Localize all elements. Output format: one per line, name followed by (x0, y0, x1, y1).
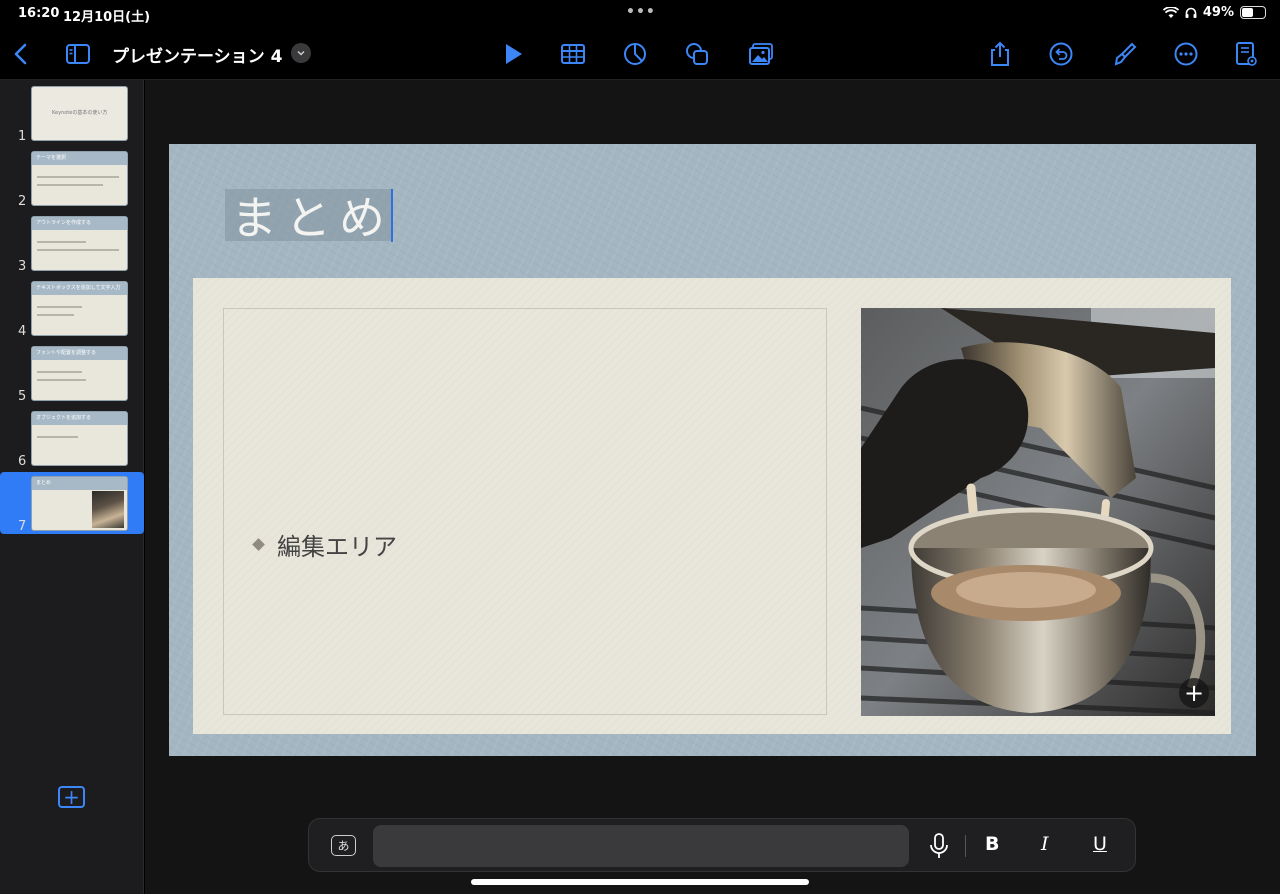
slide-number: 4 (18, 324, 27, 339)
battery-percent: 49% (1202, 5, 1234, 20)
slide-preview-title: オブジェクトを追加する (36, 415, 92, 421)
slide-canvas: まとめ 編集エリア + (145, 80, 1280, 894)
slide-preview-title: アウトラインを作成する (36, 220, 92, 226)
slide-thumbnail-3[interactable]: 3 アウトラインを作成する (0, 212, 144, 274)
battery-icon (1240, 6, 1266, 19)
table-icon[interactable] (557, 38, 589, 70)
undo-icon[interactable] (1045, 38, 1077, 70)
coffee-photo[interactable]: + (861, 308, 1215, 716)
status-bar: 16:20 12月10日(土) ••• 49% (0, 0, 1280, 28)
slide-thumbnail-4[interactable]: 4 テキストボックスを追加して文字入力 (0, 277, 144, 339)
slide-number: 3 (18, 259, 27, 274)
slide-preview-title: テーマを選択 (36, 155, 67, 161)
slide-preview-title: テキストボックスを追加して文字入力 (36, 285, 121, 291)
reading-view-icon[interactable] (1230, 38, 1262, 70)
play-icon[interactable] (497, 38, 529, 70)
slide[interactable]: まとめ 編集エリア + (169, 144, 1256, 756)
headphones-icon (1185, 7, 1197, 18)
wifi-icon (1162, 6, 1179, 18)
body-text-box[interactable]: 編集エリア (223, 308, 827, 715)
slide-thumbnail-2[interactable]: 2 テーマを選択 (0, 147, 144, 209)
media-icon[interactable] (745, 38, 777, 70)
slide-thumbnail-7[interactable]: 7 まとめ (0, 472, 144, 534)
input-language-key[interactable]: あ (331, 835, 356, 856)
slide-thumbnail-5[interactable]: 5 フォントや配置を調整する (0, 342, 144, 404)
slide-preview: アウトラインを作成する (31, 216, 128, 271)
chart-icon[interactable] (619, 38, 651, 70)
microphone-icon[interactable] (929, 833, 949, 859)
slide-number: 1 (18, 129, 27, 144)
slide-preview: テーマを選択 (31, 151, 128, 206)
media-add-button[interactable]: + (1179, 678, 1209, 708)
bullet-text: 編集エリア (277, 533, 397, 561)
toolbar: プレゼンテーション 4 (0, 28, 1280, 80)
share-icon[interactable] (984, 38, 1016, 70)
italic-button[interactable]: I (1041, 833, 1049, 855)
predictive-text-field[interactable] (373, 825, 909, 867)
bullet-item[interactable]: 編集エリア (252, 527, 397, 562)
content-panel: 編集エリア + (193, 278, 1231, 734)
add-slide-button[interactable]: + (58, 786, 85, 808)
slide-number: 7 (18, 519, 27, 534)
home-indicator[interactable] (471, 879, 809, 885)
format-brush-icon[interactable] (1108, 38, 1140, 70)
multitasking-dots-icon[interactable]: ••• (626, 4, 656, 20)
slide-preview: フォントや配置を調整する (31, 346, 128, 401)
slide-number: 5 (18, 389, 27, 404)
keyboard-shortcut-bar: あ B I U (308, 818, 1136, 872)
more-icon[interactable] (1170, 38, 1202, 70)
slide-preview-photo (92, 491, 124, 528)
slide-preview-title: まとめ (36, 480, 52, 486)
text-cursor (391, 189, 393, 242)
divider (965, 835, 966, 857)
underline-button[interactable]: U (1093, 833, 1107, 855)
slide-navigator: 1 Keynoteの基本の使い方 2 テーマを選択 3 アウトラインを作成する … (0, 80, 144, 894)
slide-preview: Keynoteの基本の使い方 (31, 86, 128, 141)
slide-thumbnail-1[interactable]: 1 Keynoteの基本の使い方 (0, 82, 144, 144)
slide-thumbnail-6[interactable]: 6 オブジェクトを追加する (0, 407, 144, 469)
status-date: 12月10日(土) (63, 10, 151, 25)
slide-number: 6 (18, 454, 27, 469)
slide-preview: まとめ (31, 476, 128, 531)
bold-button[interactable]: B (985, 833, 999, 855)
status-time: 16:20 (18, 6, 60, 21)
status-right: 49% (1162, 5, 1266, 20)
bullet-diamond-icon (252, 538, 265, 551)
shape-icon[interactable] (681, 38, 713, 70)
slide-preview-title: フォントや配置を調整する (36, 350, 97, 356)
chevron-down-icon[interactable] (291, 43, 311, 63)
slide-preview: オブジェクトを追加する (31, 411, 128, 466)
slide-preview-title: Keynoteの基本の使い方 (52, 110, 108, 116)
sidebar-toggle-icon[interactable] (62, 38, 94, 70)
document-title[interactable]: プレゼンテーション 4 (112, 42, 282, 67)
slide-preview: テキストボックスを追加して文字入力 (31, 281, 128, 336)
back-chevron-icon[interactable] (6, 38, 38, 70)
slide-number: 2 (18, 194, 27, 209)
slide-title[interactable]: まとめ (231, 182, 393, 248)
